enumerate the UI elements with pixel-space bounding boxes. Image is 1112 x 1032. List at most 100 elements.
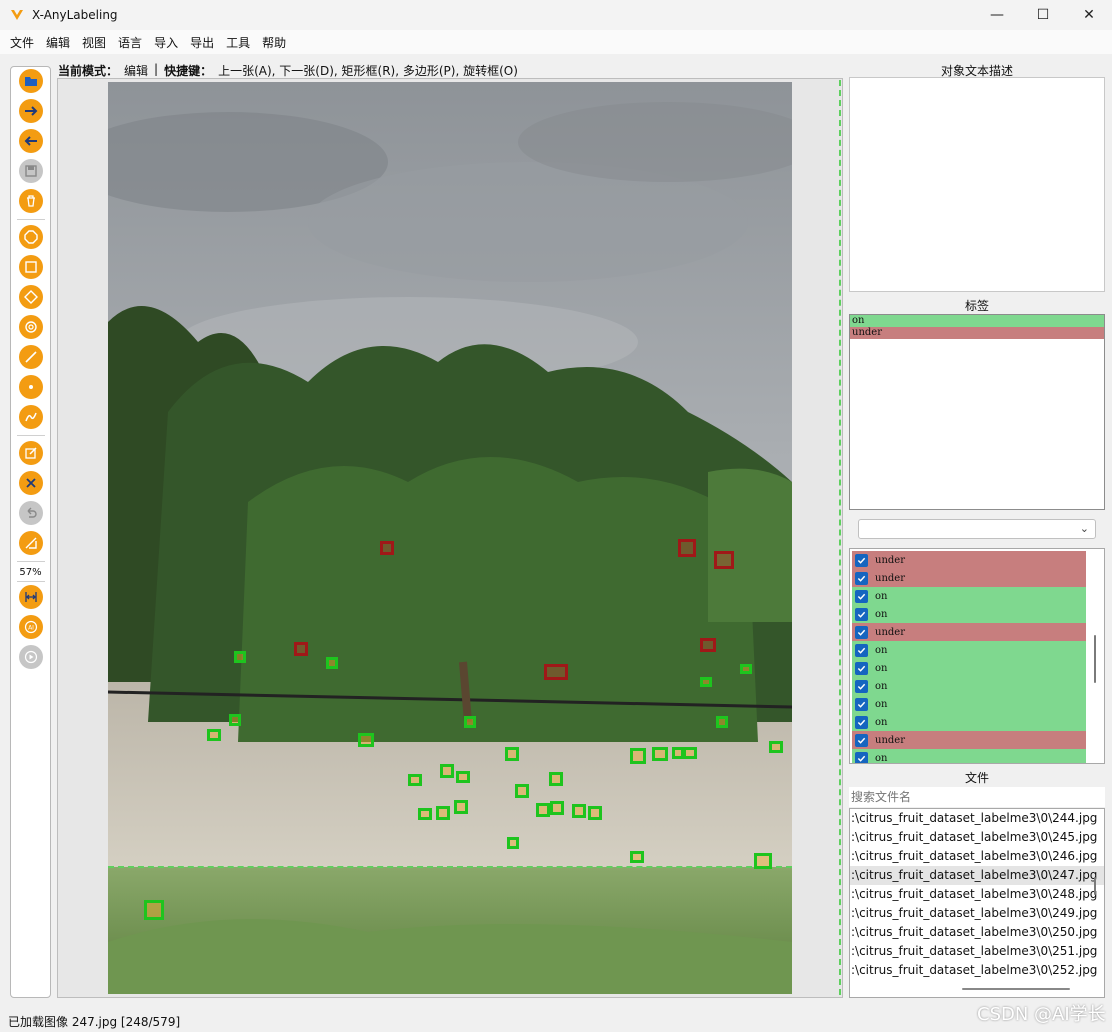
file-list-item[interactable]: :\citrus_fruit_dataset_labelme3\0\245.jp… [850,828,1104,847]
prev-image-button[interactable] [19,129,43,153]
rectangle-tool-button[interactable] [19,255,43,279]
file-list-item[interactable]: :\citrus_fruit_dataset_labelme3\0\246.jp… [850,847,1104,866]
bbox-under[interactable] [544,664,568,680]
bbox-on[interactable] [234,651,246,663]
bbox-on[interactable] [464,716,476,728]
bbox-on[interactable] [740,664,752,674]
close-button[interactable]: ✕ [1066,0,1112,30]
image-canvas[interactable] [108,82,792,994]
bbox-on[interactable] [769,741,783,753]
bbox-on[interactable] [754,853,772,869]
shape-list-item[interactable]: on [852,641,1086,659]
checkbox-checked-icon[interactable] [855,607,868,621]
bbox-on[interactable] [716,716,728,728]
undo-button[interactable] [19,501,43,525]
file-list-item[interactable]: :\citrus_fruit_dataset_labelme3\0\250.jp… [850,923,1104,942]
bbox-on[interactable] [454,800,468,814]
checkbox-checked-icon[interactable] [855,589,868,603]
shape-list-scrollbar[interactable] [1094,635,1096,683]
bbox-under[interactable] [380,541,394,555]
rotated-box-tool-button[interactable] [19,285,43,309]
shape-list-item[interactable]: under [852,731,1086,749]
bbox-on[interactable] [358,733,374,747]
menu-tools[interactable]: 工具 [220,34,256,51]
bbox-on[interactable] [515,784,529,798]
file-list-item[interactable]: :\citrus_fruit_dataset_labelme3\0\252.jp… [850,961,1104,980]
checkbox-checked-icon[interactable] [855,643,868,657]
next-image-button[interactable] [19,99,43,123]
checkbox-checked-icon[interactable] [855,625,868,639]
file-list-item[interactable]: :\citrus_fruit_dataset_labelme3\0\247.jp… [850,866,1104,885]
menu-help[interactable]: 帮助 [256,34,292,51]
checkbox-checked-icon[interactable] [855,571,868,585]
file-list-item[interactable]: :\citrus_fruit_dataset_labelme3\0\244.jp… [850,809,1104,828]
shape-list-item[interactable]: on [852,677,1086,695]
circle-tool-button[interactable] [19,315,43,339]
linestrip-tool-button[interactable] [19,405,43,429]
bbox-under[interactable] [714,551,734,569]
bbox-on[interactable] [505,747,519,761]
bbox-under[interactable] [294,642,308,656]
shape-list-item[interactable]: under [852,569,1086,587]
shape-list-item[interactable]: on [852,749,1086,763]
maximize-button[interactable]: ☐ [1020,0,1066,30]
bbox-on[interactable] [630,851,644,863]
menu-file[interactable]: 文件 [4,34,40,51]
bbox-on[interactable] [507,837,519,849]
menu-view[interactable]: 视图 [76,34,112,51]
delete-file-button[interactable] [19,189,43,213]
bbox-on[interactable] [700,677,712,687]
delete-shape-button[interactable] [19,471,43,495]
bbox-under[interactable] [678,539,696,557]
bbox-on[interactable] [144,900,164,920]
bbox-on[interactable] [630,748,646,764]
auto-labeling-button[interactable]: AI [19,615,43,639]
bbox-on[interactable] [229,714,241,726]
shape-list-item[interactable]: on [852,587,1086,605]
zoom-level[interactable]: 57% [11,567,50,578]
label-filter-dropdown[interactable]: ⌄ [858,519,1096,539]
menu-import[interactable]: 导入 [148,34,184,51]
checkbox-checked-icon[interactable] [855,697,868,711]
save-button[interactable] [19,159,43,183]
minimize-button[interactable]: — [974,0,1020,30]
bbox-on[interactable] [550,801,564,815]
brightness-contrast-button[interactable] [19,531,43,555]
file-list-item[interactable]: :\citrus_fruit_dataset_labelme3\0\251.jp… [850,942,1104,961]
shape-list-item[interactable]: on [852,659,1086,677]
file-list-hscrollbar[interactable] [962,988,1070,990]
bbox-under[interactable] [700,638,716,652]
checkbox-checked-icon[interactable] [855,751,868,763]
checkbox-checked-icon[interactable] [855,715,868,729]
bbox-on[interactable] [456,771,470,783]
bbox-on[interactable] [588,806,602,820]
bbox-on[interactable] [549,772,563,786]
bbox-on[interactable] [652,747,668,761]
bbox-on[interactable] [572,804,586,818]
fit-width-button[interactable] [19,585,43,609]
bbox-on[interactable] [207,729,221,741]
point-tool-button[interactable] [19,375,43,399]
file-list-item[interactable]: :\citrus_fruit_dataset_labelme3\0\248.jp… [850,885,1104,904]
bbox-on[interactable] [408,774,422,786]
checkbox-checked-icon[interactable] [855,661,868,675]
bbox-on[interactable] [326,657,338,669]
shape-list-item[interactable]: on [852,713,1086,731]
menu-edit[interactable]: 编辑 [40,34,76,51]
bbox-on[interactable] [436,806,450,820]
checkbox-checked-icon[interactable] [855,553,868,567]
edit-polygon-button[interactable] [19,441,43,465]
file-search-input[interactable] [849,787,1105,807]
line-tool-button[interactable] [19,345,43,369]
open-folder-button[interactable] [19,69,43,93]
bbox-on[interactable] [683,747,697,759]
shape-list-item[interactable]: under [852,551,1086,569]
checkbox-checked-icon[interactable] [855,733,868,747]
checkbox-checked-icon[interactable] [855,679,868,693]
bbox-on[interactable] [536,803,550,817]
object-description-box[interactable] [849,77,1105,292]
polygon-tool-button[interactable] [19,225,43,249]
bbox-on[interactable] [440,764,454,778]
bbox-on[interactable] [418,808,432,820]
menu-export[interactable]: 导出 [184,34,220,51]
